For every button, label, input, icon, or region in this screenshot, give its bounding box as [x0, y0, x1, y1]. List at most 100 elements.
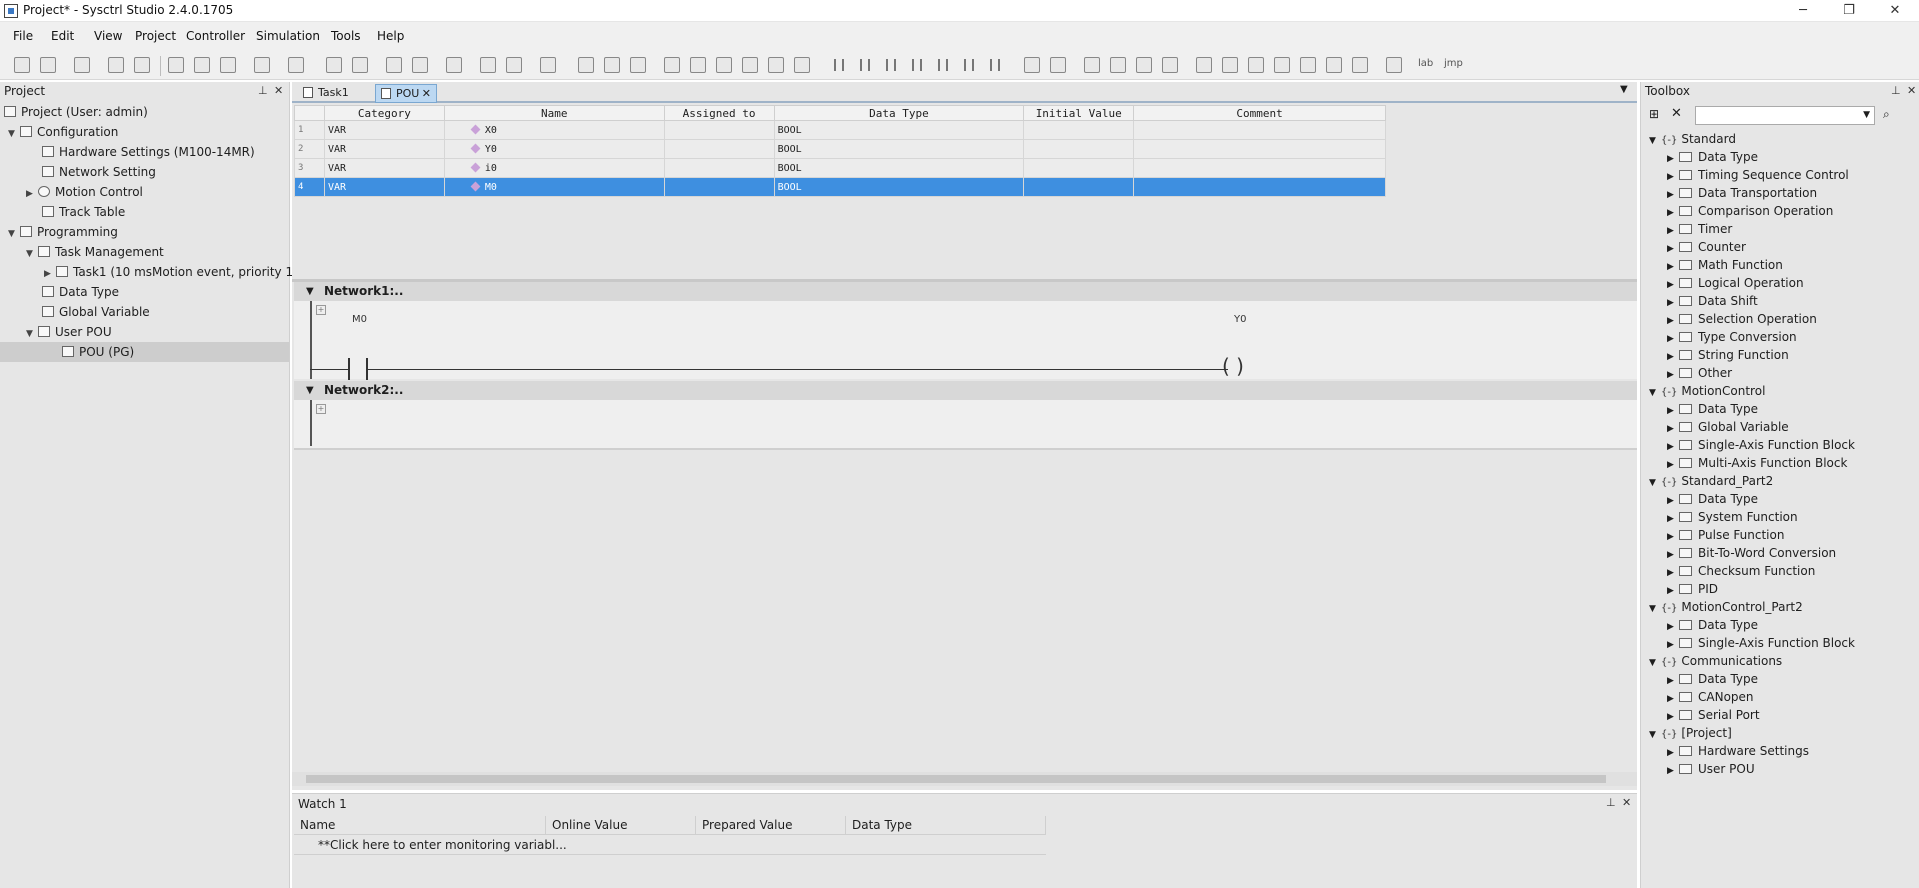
- pin-icon[interactable]: ⊥: [1891, 84, 1901, 97]
- align-right-icon[interactable]: [1248, 57, 1264, 73]
- menu-tools[interactable]: Tools: [331, 29, 361, 43]
- category-cell[interactable]: VAR: [323, 158, 445, 178]
- table-icon[interactable]: [742, 57, 758, 73]
- collapsed-arrow-icon[interactable]: ▶: [1667, 762, 1679, 780]
- toolbox-item[interactable]: ▶ Timing Sequence Control: [1667, 166, 1849, 184]
- network1-header[interactable]: ▼ Network1:..: [294, 282, 1637, 301]
- toolbox-item[interactable]: ▶ System Function: [1667, 508, 1798, 526]
- column-header[interactable]: Initial Value: [1023, 105, 1135, 121]
- grid-icon[interactable]: [768, 57, 784, 73]
- toolbox-item[interactable]: ▶ Multi-Axis Function Block: [1667, 454, 1847, 472]
- tree-item-user-pou[interactable]: ▼ User POU: [26, 322, 112, 342]
- run-icon[interactable]: [480, 57, 496, 73]
- compile-icon[interactable]: [326, 57, 342, 73]
- column-header[interactable]: Assigned to: [663, 105, 775, 121]
- toolbox-item[interactable]: ▶ Logical Operation: [1667, 274, 1804, 292]
- toolbox-item[interactable]: ▶ User POU: [1667, 760, 1755, 778]
- toolbox-item[interactable]: ▶ Data Transportation: [1667, 184, 1817, 202]
- watch-column-header[interactable]: Data Type: [846, 816, 1046, 835]
- toolbox-item[interactable]: ▶ Bit-To-Word Conversion: [1667, 544, 1836, 562]
- delete-row-icon[interactable]: [1352, 57, 1368, 73]
- type-cell[interactable]: BOOL: [773, 139, 1025, 159]
- toolbox-item[interactable]: ▶ Data Type: [1667, 148, 1758, 166]
- cut-icon[interactable]: [194, 57, 210, 73]
- close-window-button[interactable]: ✕: [1872, 0, 1918, 22]
- expanded-arrow-icon[interactable]: ▼: [1649, 384, 1661, 402]
- assigned-cell[interactable]: [663, 139, 775, 159]
- expanded-arrow-icon[interactable]: ▼: [1649, 600, 1661, 618]
- watch-column-header[interactable]: Online Value: [546, 816, 696, 835]
- menu-help[interactable]: Help: [377, 29, 404, 43]
- maximize-button[interactable]: ❐: [1826, 0, 1872, 22]
- expand-box-icon[interactable]: +: [316, 305, 326, 315]
- column-header[interactable]: Data Type: [773, 105, 1025, 121]
- add-filter-icon[interactable]: ⊞: [1649, 107, 1659, 121]
- toolbox-item[interactable]: ▶ Data Type: [1667, 400, 1758, 418]
- distribute-icon[interactable]: [1274, 57, 1290, 73]
- move-up-icon[interactable]: [604, 57, 620, 73]
- table-row[interactable]: 1 VAR X0 BOOL: [294, 120, 1386, 140]
- network2-header[interactable]: ▼ Network2:..: [294, 381, 1637, 400]
- clear-icon[interactable]: ✕: [1671, 106, 1682, 121]
- parallel-nc-icon[interactable]: [912, 59, 922, 71]
- tree-item-data-type[interactable]: Data Type: [42, 282, 119, 302]
- category-cell[interactable]: VAR: [323, 139, 445, 159]
- expanded-arrow-icon[interactable]: ▼: [26, 324, 38, 344]
- toolbox-item[interactable]: ▶ Other: [1667, 364, 1732, 382]
- collapse-arrow-icon[interactable]: ▼: [306, 282, 314, 301]
- initial-value-cell[interactable]: [1023, 158, 1135, 178]
- tree-item-task1[interactable]: ▶ Task1 (10 msMotion event, priority 1): [44, 262, 298, 282]
- menu-edit[interactable]: Edit: [51, 29, 74, 43]
- toolbox-group[interactable]: ▼ {-} Communications: [1649, 652, 1782, 670]
- toolbox-group[interactable]: ▼ {-} MotionControl: [1649, 382, 1765, 400]
- align-center-icon[interactable]: [1222, 57, 1238, 73]
- expanded-arrow-icon[interactable]: ▼: [8, 124, 20, 144]
- expanded-arrow-icon[interactable]: ▼: [1649, 726, 1661, 744]
- clean-icon[interactable]: [352, 57, 368, 73]
- toolbox-item[interactable]: ▶ Single-Axis Function Block: [1667, 634, 1855, 652]
- stop-icon[interactable]: [506, 57, 522, 73]
- table-row-selected[interactable]: 4 VAR M0 BOOL: [294, 177, 1386, 197]
- tree-item-programming[interactable]: ▼ Programming: [8, 222, 118, 242]
- toolbox-item[interactable]: ▶ Data Type: [1667, 616, 1758, 634]
- watch-column-header[interactable]: Name: [294, 816, 546, 835]
- assigned-cell[interactable]: [663, 177, 775, 197]
- expanded-arrow-icon[interactable]: ▼: [8, 224, 20, 244]
- toolbox-item[interactable]: ▶ Global Variable: [1667, 418, 1789, 436]
- menu-simulation[interactable]: Simulation: [256, 29, 320, 43]
- falling-edge-icon[interactable]: [964, 59, 974, 71]
- chevron-down-icon[interactable]: ▼: [1863, 110, 1870, 120]
- tree-item-project[interactable]: Project (User: admin): [4, 102, 148, 122]
- new-file-icon[interactable]: [14, 57, 30, 73]
- toolbox-item[interactable]: ▶ Comparison Operation: [1667, 202, 1833, 220]
- tree-item-global-variable[interactable]: Global Variable: [42, 302, 150, 322]
- parallel-contact-icon[interactable]: [886, 59, 896, 71]
- comment-cell[interactable]: [1133, 177, 1386, 197]
- toolbox-item[interactable]: ▶ CANopen: [1667, 688, 1754, 706]
- variable-icon[interactable]: [690, 57, 706, 73]
- comment-cell[interactable]: [1133, 158, 1386, 178]
- category-cell[interactable]: VAR: [323, 177, 445, 197]
- toolbox-item[interactable]: ▶ Hardware Settings: [1667, 742, 1809, 760]
- simulation-icon[interactable]: [540, 57, 556, 73]
- upload-icon[interactable]: [412, 57, 428, 73]
- toolbox-item[interactable]: ▶ Selection Operation: [1667, 310, 1817, 328]
- initial-value-cell[interactable]: [1023, 120, 1135, 140]
- menu-view[interactable]: View: [94, 29, 122, 43]
- align-left-icon[interactable]: [1196, 57, 1212, 73]
- delete-icon[interactable]: [254, 57, 270, 73]
- contact-nc-icon[interactable]: [860, 59, 870, 71]
- toolbox-item[interactable]: ▶ Single-Axis Function Block: [1667, 436, 1855, 454]
- contact-no-icon[interactable]: [834, 59, 844, 71]
- reset-coil-icon[interactable]: [1136, 57, 1152, 73]
- pin-icon[interactable]: ⊥: [258, 84, 268, 97]
- expanded-arrow-icon[interactable]: ▼: [1649, 654, 1661, 672]
- comment-cell[interactable]: [1133, 139, 1386, 159]
- pulse-icon[interactable]: [1050, 57, 1066, 73]
- type-cell[interactable]: BOOL: [773, 120, 1025, 140]
- toolbox-item[interactable]: ▶ Counter: [1667, 238, 1746, 256]
- column-header[interactable]: Category: [323, 105, 445, 121]
- toolbox-search-input[interactable]: ▼: [1695, 106, 1875, 125]
- toolbox-item[interactable]: ▶ Serial Port: [1667, 706, 1760, 724]
- toolbox-item[interactable]: ▶ Data Type: [1667, 670, 1758, 688]
